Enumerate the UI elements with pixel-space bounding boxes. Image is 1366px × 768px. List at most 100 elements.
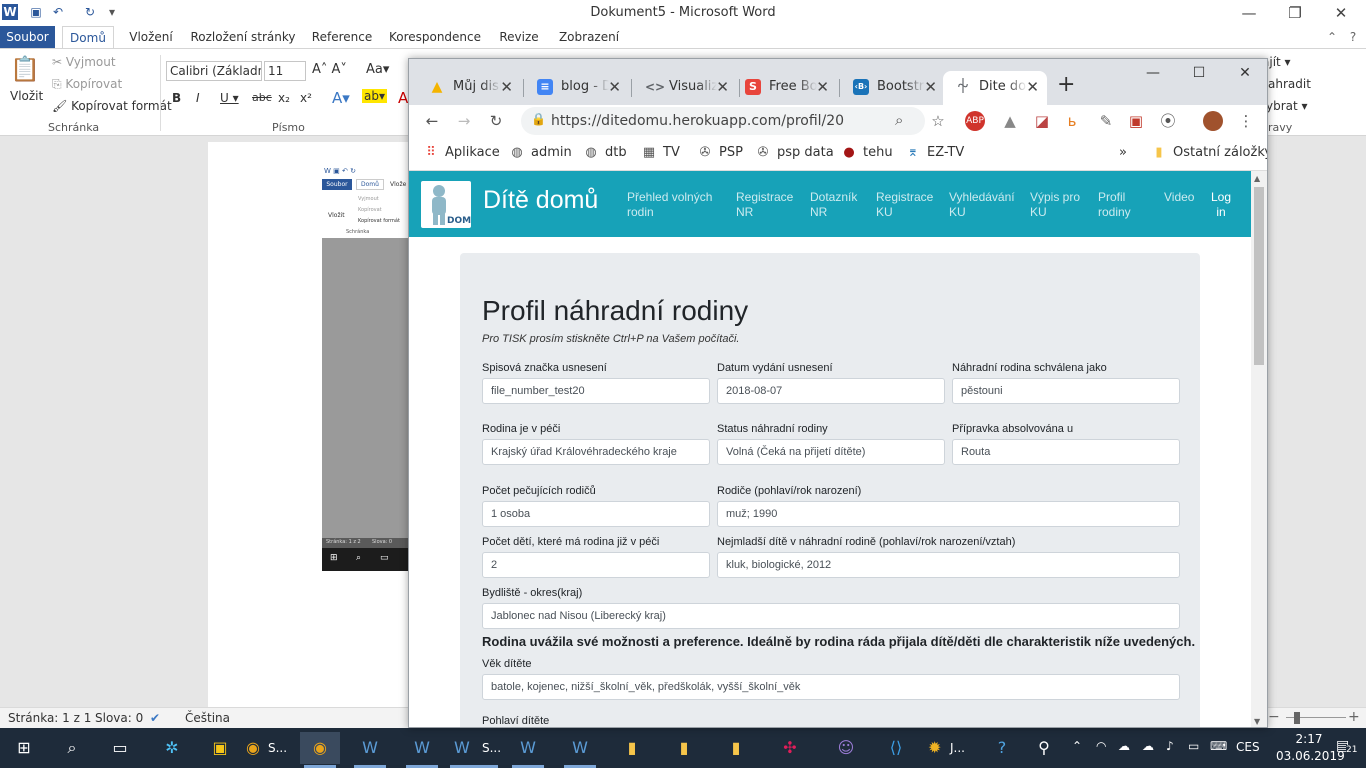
bookmark-psp[interactable]: ✇ PSP — [697, 145, 743, 160]
avatar[interactable] — [1203, 111, 1223, 131]
close-tab-icon[interactable]: ✕ — [716, 78, 729, 96]
close-tab-icon[interactable]: ✕ — [816, 78, 829, 96]
wifi-icon[interactable]: ◠ — [1096, 739, 1106, 753]
address-bar[interactable]: 🔒 https://ditedomu.herokuapp.com/profil/… — [521, 107, 925, 135]
bookmark-eztv[interactable]: ⌆ EZ-TV — [905, 145, 965, 160]
in-care-of-field[interactable]: Krajský úřad Královéhradeckého kraje — [482, 439, 710, 465]
issue-date-field[interactable]: 2018-08-07 — [717, 378, 945, 404]
nav-register-ku[interactable]: Registrace KU — [876, 190, 933, 220]
zoom-thumb[interactable] — [1294, 712, 1300, 724]
format-painter-button[interactable]: 🖌 Kopírovat formát — [52, 99, 172, 113]
status-field[interactable]: Volná (Čeká na přijetí dítěte) — [717, 439, 945, 465]
word-icon[interactable]: W — [402, 732, 442, 768]
bookmark-apps[interactable]: ⠿ Aplikace — [423, 145, 500, 160]
nav-listing-ku[interactable]: Výpis pro KU — [1030, 190, 1080, 220]
zoom-icon[interactable]: ⌕ — [895, 111, 903, 129]
battery-icon[interactable]: ▭ — [1188, 739, 1199, 753]
bookmark-psp-data[interactable]: ✇ psp data — [755, 145, 834, 160]
children-count-field[interactable]: 2 — [482, 552, 710, 578]
search-icon[interactable]: ⌕ — [52, 732, 92, 764]
italic-icon[interactable]: I — [196, 91, 200, 105]
font-size-select[interactable]: 11 — [264, 61, 306, 81]
page-scrollbar[interactable]: ▲ ▼ — [1251, 171, 1267, 727]
subscript-icon[interactable]: x₂ — [278, 91, 290, 105]
close-tab-icon[interactable]: ✕ — [608, 78, 621, 96]
font-name-select[interactable]: Calibri (Základn — [166, 61, 262, 81]
star-icon[interactable]: ☆ — [927, 110, 949, 132]
bookmark-tv[interactable]: ▦ TV — [641, 145, 680, 160]
underline-icon[interactable]: U ▾ — [220, 91, 239, 105]
bookmarks-overflow-icon[interactable]: » — [1119, 145, 1127, 160]
drive-icon[interactable]: ▲ — [999, 110, 1021, 132]
tab-file[interactable]: Soubor — [0, 26, 55, 48]
cat-icon[interactable]: ☺ — [826, 732, 866, 764]
close-tab-icon[interactable]: ✕ — [500, 78, 513, 96]
tab-review[interactable]: Revize — [496, 26, 542, 48]
approved-as-field[interactable]: pěstouni — [952, 378, 1180, 404]
chrome-taskbar-item[interactable]: ◉ S... — [240, 732, 300, 764]
restore-icon[interactable]: ❐ — [1272, 0, 1318, 26]
word-icon[interactable]: W — [350, 732, 390, 768]
bookmark-admin[interactable]: ◍ admin — [509, 145, 571, 160]
font-color-icon[interactable]: A — [398, 89, 408, 107]
reload-icon[interactable]: ↻ — [485, 110, 507, 132]
nav-questionnaire[interactable]: Dotazník NR — [810, 190, 857, 220]
residence-field[interactable]: Jablonec nad Nisou (Liberecký kraj) — [482, 603, 1180, 629]
pocket-icon[interactable]: ▣ — [1125, 110, 1147, 132]
cloud-icon[interactable]: ☁ — [1142, 739, 1154, 753]
menu-icon[interactable]: ⋮ — [1235, 110, 1257, 132]
forward-icon[interactable]: → — [453, 110, 475, 132]
close-tab-icon[interactable]: ✕ — [924, 78, 937, 96]
scroll-thumb[interactable] — [1254, 187, 1264, 365]
nav-search-ku[interactable]: Vyhledávání KU — [949, 190, 1015, 220]
browser-tab[interactable]: <> Visualize ✕ — [633, 71, 737, 105]
strikethrough-icon[interactable]: abc — [252, 91, 272, 104]
minimize-icon[interactable]: — — [1131, 65, 1175, 85]
vscode-icon[interactable]: ⟨⟩ — [876, 732, 916, 764]
keyboard-icon[interactable]: ⌨ — [1210, 739, 1227, 753]
close-icon[interactable]: ✕ — [1223, 65, 1267, 85]
tab-layout[interactable]: Rozložení stránky — [190, 26, 296, 48]
replace-button[interactable]: ahradit — [1268, 77, 1311, 91]
site-brand[interactable]: Dítě domů — [483, 186, 598, 215]
zoom-in-icon[interactable]: + — [1348, 709, 1360, 725]
bookmark-dtb[interactable]: ◍ dtb — [583, 145, 626, 160]
back-icon[interactable]: ← — [421, 110, 443, 132]
bookmark-tehu[interactable]: ● tehu — [841, 145, 892, 160]
adblock-icon[interactable]: ABP — [965, 111, 985, 131]
zoom-out-icon[interactable]: − — [1268, 709, 1280, 725]
browser-tab[interactable]: ‹B› Bootstrap ✕ — [841, 71, 945, 105]
grow-font-icon[interactable]: A˄ A˅ — [312, 62, 347, 77]
nav-register-nr[interactable]: Registrace NR — [736, 190, 793, 220]
folder-icon[interactable]: ▮ — [664, 732, 704, 764]
pdf-icon[interactable]: ◪ — [1031, 110, 1053, 132]
nav-family-profile[interactable]: Profil rodiny — [1098, 190, 1131, 220]
select-button[interactable]: ybrat ▾ — [1266, 99, 1308, 113]
tab-insert[interactable]: Vložení — [122, 26, 180, 48]
status-page[interactable]: Stránka: 1 z 1 — [8, 711, 91, 725]
clock-date[interactable]: 03.06.2019 — [1276, 749, 1345, 763]
clock-time[interactable]: 2:17 — [1284, 732, 1334, 746]
task-view-icon[interactable]: ▭ — [100, 732, 140, 764]
start-icon[interactable]: ⊞ — [4, 732, 44, 764]
close-tab-icon[interactable]: ✕ — [1026, 78, 1039, 96]
paste-button[interactable]: Vložit — [10, 89, 43, 103]
player-icon[interactable]: ▣ — [200, 732, 240, 764]
browser-tab-active[interactable]: ⏆ Dite domu ✕ — [943, 71, 1047, 105]
browser-tab[interactable]: ≡ blog - Docs ✕ — [525, 71, 629, 105]
help-icon[interactable]: ? — [982, 732, 1022, 764]
minimize-icon[interactable]: — — [1226, 0, 1272, 26]
tab-view[interactable]: Zobrazení — [556, 26, 622, 48]
nav-video[interactable]: Video — [1164, 190, 1194, 205]
highlight-icon[interactable]: ab▾ — [362, 89, 387, 103]
slack-icon[interactable]: ✣ — [770, 732, 810, 764]
close-icon[interactable]: ✕ — [1318, 0, 1364, 26]
bold-icon[interactable]: B — [172, 91, 181, 105]
copy-button[interactable]: ⎘ Kopírovat — [52, 77, 122, 92]
scroll-up-icon[interactable]: ▲ — [1254, 174, 1260, 183]
scroll-down-icon[interactable]: ▼ — [1254, 717, 1260, 726]
site-logo[interactable]: DOMŮ — [421, 181, 471, 228]
tab-mailings[interactable]: Korespondence — [388, 26, 482, 48]
parents-count-field[interactable]: 1 osoba — [482, 501, 710, 527]
word-icon[interactable]: W — [508, 732, 548, 768]
